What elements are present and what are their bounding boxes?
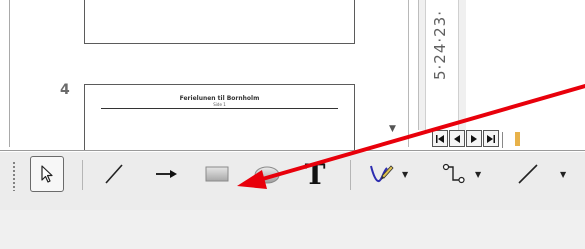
- curve-icon: [370, 165, 394, 183]
- toolbar-grip-handle[interactable]: [12, 161, 16, 191]
- toolbar-separator: [82, 160, 83, 190]
- lines-and-arrows-icon: [518, 164, 538, 184]
- thumbnail-subtitle: Side 1: [213, 102, 226, 107]
- curve-dropdown-icon[interactable]: ▼: [402, 170, 408, 179]
- text-icon: T: [304, 157, 326, 191]
- prev-icon: [454, 134, 460, 143]
- first-slide-button[interactable]: [432, 130, 448, 147]
- slide-pane: 4 Ferielunen til Bornholm Side 1 ▼: [0, 0, 416, 154]
- arrow-line-icon: [156, 170, 177, 178]
- lines-and-arrows-button[interactable]: [513, 156, 543, 192]
- toolbar-separator: [350, 160, 351, 190]
- slide-number: 4: [60, 82, 70, 98]
- ellipse-icon: [254, 166, 280, 184]
- curve-button[interactable]: [366, 156, 396, 192]
- scrollbar-track: [408, 0, 409, 147]
- vertical-scrollbar[interactable]: ▼: [372, 0, 414, 147]
- connector-icon: [442, 163, 465, 184]
- select-button[interactable]: [30, 156, 64, 192]
- ruler-numbers: 5·24·23·: [431, 10, 449, 81]
- vertical-ruler: 5·24·23·: [418, 0, 468, 130]
- slide-thumbnail-4[interactable]: Ferielunen til Bornholm Side 1: [84, 84, 355, 154]
- pane-border: [9, 0, 10, 147]
- last-slide-button[interactable]: [483, 130, 499, 147]
- line-button[interactable]: [100, 156, 128, 192]
- line-icon: [105, 164, 123, 184]
- thumbnail-title: Ferielunen til Bornholm: [179, 95, 260, 102]
- drawing-toolbar: T ▼ ▼ ▼: [0, 152, 585, 210]
- first-icon: [436, 134, 444, 143]
- rectangle-button[interactable]: [201, 156, 233, 192]
- select-icon: [41, 165, 53, 183]
- workspace-area: [466, 0, 585, 130]
- sheet-tab-edge[interactable]: [502, 132, 533, 148]
- connector-dropdown-icon[interactable]: ▼: [475, 170, 481, 179]
- next-icon: [471, 134, 477, 143]
- status-area: [0, 210, 585, 249]
- next-slide-button[interactable]: [466, 130, 482, 147]
- last-icon: [487, 134, 495, 143]
- slide-navigation: [432, 130, 499, 150]
- text-button[interactable]: T: [297, 156, 333, 192]
- scroll-down-icon[interactable]: ▼: [389, 124, 396, 134]
- thumbnail-rule: [101, 108, 338, 109]
- slide-thumbnail-3[interactable]: [84, 0, 355, 44]
- lines-dropdown-icon[interactable]: ▼: [560, 170, 566, 179]
- connector-button[interactable]: [439, 156, 469, 192]
- ellipse-button[interactable]: [250, 156, 284, 192]
- previous-slide-button[interactable]: [449, 130, 465, 147]
- rectangle-icon: [205, 166, 229, 182]
- line-ends-with-arrow-button[interactable]: [150, 156, 182, 192]
